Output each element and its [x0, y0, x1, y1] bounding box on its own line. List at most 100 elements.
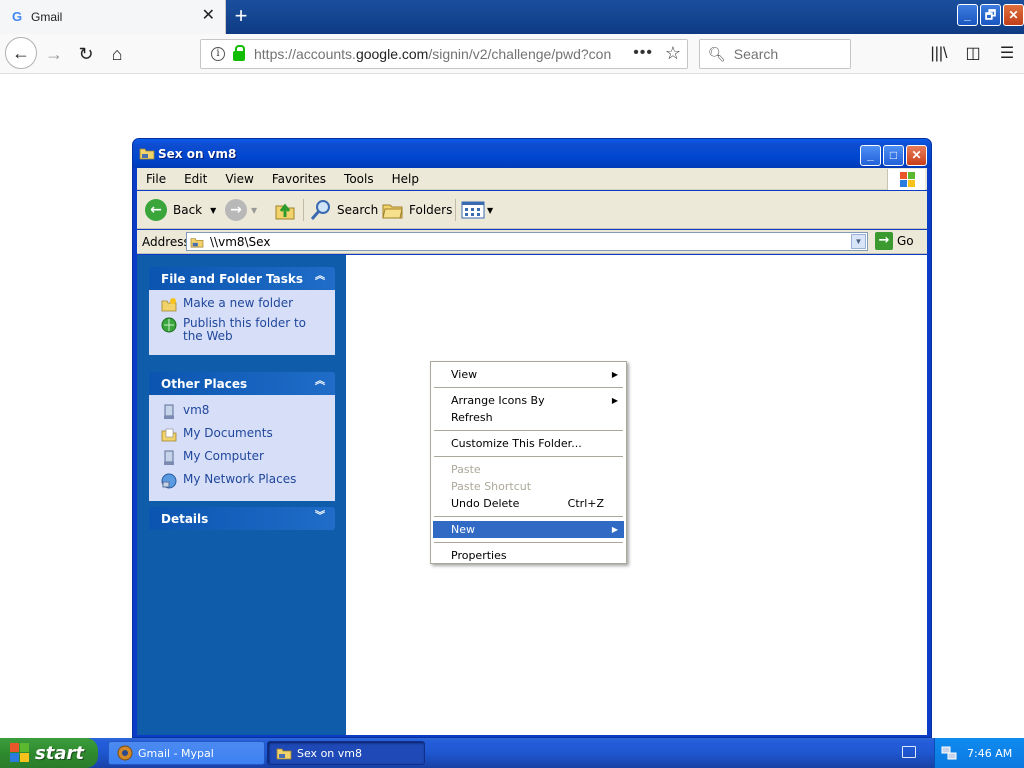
panel-content: vm8 My Documents My Computer My Network …: [149, 395, 335, 501]
other-place-my-documents[interactable]: My Documents: [161, 427, 323, 443]
ctx-customize-folder[interactable]: Customize This Folder...: [433, 435, 624, 452]
search-icon: [310, 200, 330, 220]
menu-view[interactable]: View: [216, 172, 262, 186]
collapse-chevron-icon[interactable]: ︽: [313, 271, 327, 285]
reload-icon[interactable]: ↻: [72, 40, 100, 68]
other-place-my-computer[interactable]: My Computer: [161, 450, 323, 466]
search-box[interactable]: 🔍︎: [699, 39, 851, 69]
address-bar: Address \\vm8\Sex ▼ → Go: [137, 230, 927, 254]
panel-header[interactable]: File and Folder Tasks ︽: [149, 267, 335, 290]
explorer-minimize-button[interactable]: _: [860, 145, 881, 166]
network-folder-icon: [190, 237, 204, 247]
tab-title: Gmail: [31, 10, 63, 24]
ctx-undo-delete[interactable]: Undo Delete Ctrl+Z: [433, 495, 624, 512]
menu-tools[interactable]: Tools: [335, 172, 383, 186]
up-folder-icon: [275, 203, 295, 220]
network-folder-icon: [139, 148, 155, 160]
tab-gmail[interactable]: G Gmail ✕: [0, 0, 226, 34]
keyboard-icon[interactable]: [902, 746, 916, 758]
explorer-menubar: File Edit View Favorites Tools Help: [137, 168, 927, 190]
ctx-properties[interactable]: Properties: [433, 547, 624, 564]
submenu-arrow-icon: ▶: [611, 396, 618, 405]
restore-button[interactable]: 🗗: [980, 4, 1001, 26]
views-dropdown-icon: ▼: [487, 205, 494, 215]
ctx-refresh[interactable]: Refresh: [433, 409, 624, 426]
url-text[interactable]: https://accounts.google.com/signin/v2/ch…: [254, 46, 614, 62]
new-tab-button[interactable]: +: [228, 4, 254, 30]
info-icon[interactable]: i: [211, 47, 225, 61]
address-field[interactable]: \\vm8\Sex ▼: [186, 232, 868, 251]
expand-chevron-icon[interactable]: ︾: [313, 511, 327, 525]
page-actions-icon[interactable]: •••: [633, 44, 653, 62]
other-places-panel: Other Places ︽ vm8 My Documents My Compu…: [149, 372, 335, 501]
menu-help[interactable]: Help: [383, 172, 428, 186]
explorer-titlebar[interactable]: Sex on vm8 _ □ ✕: [133, 139, 931, 168]
bookmark-star-icon[interactable]: ☆: [665, 43, 681, 64]
sidebar-icon[interactable]: ◫: [956, 40, 990, 68]
browser-tab-bar: G Gmail ✕ + _ 🗗 ✕: [0, 0, 1024, 34]
library-icon[interactable]: |||\: [922, 40, 956, 68]
back-arrow-icon[interactable]: ←: [5, 37, 37, 69]
close-window-button[interactable]: ✕: [1003, 4, 1024, 26]
back-arrow-icon: ←: [145, 199, 167, 221]
publish-folder-link[interactable]: Publish this folder to the Web: [161, 317, 323, 343]
menu-separator: [434, 430, 623, 431]
search-button[interactable]: Search: [309, 197, 378, 223]
start-button[interactable]: start: [0, 738, 98, 768]
forward-arrow-icon: →: [225, 199, 247, 221]
network-tray-icon[interactable]: [941, 745, 957, 761]
go-button[interactable]: → Go: [875, 232, 914, 250]
panel-header[interactable]: Details ︾: [149, 507, 335, 530]
taskbar-item-explorer[interactable]: Sex on vm8: [267, 741, 425, 765]
menu-file[interactable]: File: [137, 172, 175, 186]
menu-edit[interactable]: Edit: [175, 172, 216, 186]
explorer-maximize-button[interactable]: □: [883, 145, 904, 166]
menu-icon[interactable]: ☰: [990, 40, 1024, 68]
my-documents-icon: [161, 428, 177, 442]
ctx-arrange-icons-by[interactable]: Arrange Icons By ▶: [433, 392, 624, 409]
toolbar-separator: [455, 199, 456, 221]
menu-separator: [434, 456, 623, 457]
submenu-arrow-icon: ▶: [611, 370, 618, 379]
folders-button[interactable]: Folders: [381, 197, 452, 223]
back-dropdown-icon[interactable]: ▼: [210, 206, 216, 215]
clock[interactable]: 7:46 AM: [967, 747, 1012, 760]
ctx-view[interactable]: View ▶: [433, 366, 624, 383]
forward-arrow-icon[interactable]: →: [40, 40, 68, 68]
details-panel: Details ︾: [149, 507, 335, 530]
taskbar: start Gmail - Mypal Sex on vm8 7:46 AM: [0, 738, 1024, 768]
taskbar-item-gmail[interactable]: Gmail - Mypal: [108, 741, 265, 765]
explorer-close-button[interactable]: ✕: [906, 145, 927, 166]
ctx-paste-shortcut: Paste Shortcut: [451, 480, 532, 493]
windows-flag-icon: [10, 743, 30, 763]
explorer-toolbar: ← Back ▼ → ▼ Search Folders ▼: [137, 191, 927, 229]
make-new-folder-link[interactable]: Make a new folder: [161, 297, 323, 313]
ctx-new[interactable]: New ▶: [433, 521, 624, 538]
address-label: Address: [142, 235, 190, 249]
back-button[interactable]: ← Back ▼: [145, 197, 216, 223]
home-icon[interactable]: ⌂: [103, 40, 131, 68]
menu-favorites[interactable]: Favorites: [263, 172, 335, 186]
close-tab-icon[interactable]: ✕: [202, 8, 215, 24]
window-title: Sex on vm8: [158, 147, 237, 161]
up-folder-button[interactable]: [273, 197, 297, 223]
search-input[interactable]: [733, 46, 844, 62]
file-folder-tasks-panel: File and Folder Tasks ︽ Make a new folde…: [149, 267, 335, 355]
menu-separator: [434, 542, 623, 543]
views-button[interactable]: ▼: [461, 197, 493, 223]
context-menu: View ▶ Arrange Icons By ▶ Refresh Custom…: [430, 361, 627, 564]
lock-icon: [233, 45, 245, 61]
collapse-chevron-icon[interactable]: ︽: [313, 376, 327, 390]
other-place-vm8[interactable]: vm8: [161, 404, 323, 420]
task-pane: File and Folder Tasks ︽ Make a new folde…: [137, 255, 346, 735]
address-dropdown-icon[interactable]: ▼: [851, 234, 866, 249]
minimize-button[interactable]: _: [957, 4, 978, 26]
other-place-my-network-places[interactable]: My Network Places: [161, 473, 323, 489]
panel-header[interactable]: Other Places ︽: [149, 372, 335, 395]
url-bar[interactable]: i https://accounts.google.com/signin/v2/…: [200, 39, 688, 69]
ctx-paste: Paste: [451, 463, 481, 476]
go-arrow-icon: →: [875, 232, 893, 250]
forward-button[interactable]: → ▼: [225, 197, 257, 223]
views-icon: [461, 201, 485, 219]
search-icon: 🔍︎: [708, 45, 726, 62]
